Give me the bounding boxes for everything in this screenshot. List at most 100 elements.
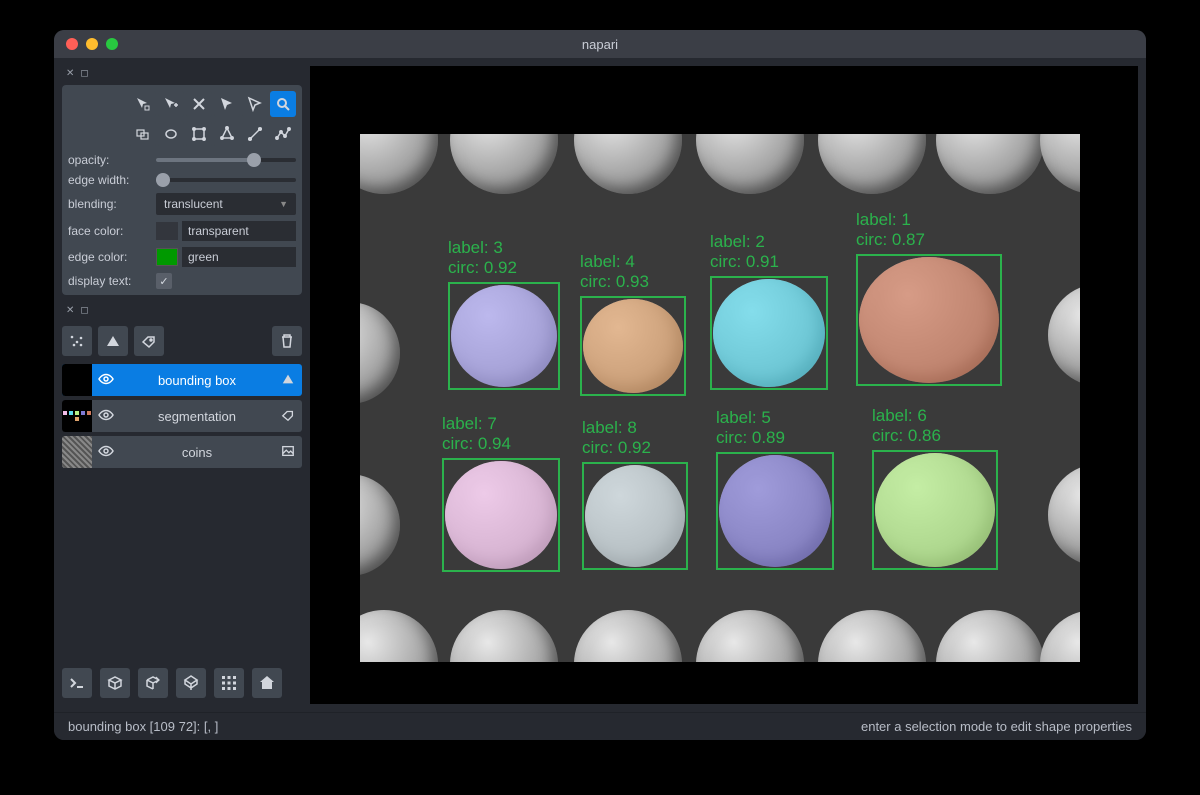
bounding-box[interactable] bbox=[716, 452, 834, 570]
edge-color-label: edge color: bbox=[68, 250, 156, 264]
select-vertices-tool[interactable] bbox=[130, 91, 156, 117]
new-points-layer-button[interactable] bbox=[62, 326, 92, 356]
bounding-box[interactable] bbox=[856, 254, 1002, 386]
detection-label: label: 8 bbox=[582, 418, 651, 438]
edge-color-swatch[interactable] bbox=[156, 248, 178, 266]
close-window-button[interactable] bbox=[66, 38, 78, 50]
detection-label: label: 2 bbox=[710, 232, 779, 252]
layer-item-segmentation[interactable]: segmentation bbox=[62, 400, 302, 432]
new-shapes-layer-button[interactable] bbox=[98, 326, 128, 356]
visibility-toggle[interactable] bbox=[92, 371, 120, 390]
home-button[interactable] bbox=[252, 668, 282, 698]
face-color-row: face color: transparent bbox=[68, 221, 296, 241]
detection-label: label: 7 bbox=[442, 414, 511, 434]
background-coin bbox=[360, 610, 438, 662]
background-coin bbox=[360, 134, 438, 194]
edge-width-label: edge width: bbox=[68, 173, 156, 187]
direct-select-tool[interactable] bbox=[242, 91, 268, 117]
console-button[interactable] bbox=[62, 668, 92, 698]
background-coin bbox=[450, 134, 558, 194]
close-layers-panel-button[interactable]: ✕ bbox=[66, 305, 74, 316]
blending-value: translucent bbox=[164, 197, 223, 211]
app-window: napari ✕ ◻ opacity: bbox=[54, 30, 1146, 740]
titlebar[interactable]: napari bbox=[54, 30, 1146, 58]
display-text-row: display text: ✓ bbox=[68, 273, 296, 289]
opacity-slider[interactable] bbox=[156, 158, 296, 162]
background-coin bbox=[818, 134, 926, 194]
add-rectangles-tool[interactable] bbox=[130, 121, 156, 147]
edge-color-row: edge color: green bbox=[68, 247, 296, 267]
detection-label: label: 5 bbox=[716, 408, 785, 428]
grid-button[interactable] bbox=[214, 668, 244, 698]
detection-circ: circ: 0.86 bbox=[872, 426, 941, 446]
add-polygons-tool[interactable] bbox=[186, 121, 212, 147]
layer-type-icon bbox=[274, 372, 302, 389]
visibility-toggle[interactable] bbox=[92, 443, 120, 462]
detection-text: label: 1circ: 0.87 bbox=[856, 210, 925, 249]
edge-width-row: edge width: bbox=[68, 173, 296, 187]
visibility-toggle[interactable] bbox=[92, 407, 120, 426]
select-shapes-tool[interactable] bbox=[214, 91, 240, 117]
opacity-row: opacity: bbox=[68, 153, 296, 167]
add-vertices-tool[interactable] bbox=[158, 91, 184, 117]
background-coin bbox=[360, 474, 400, 576]
detection-circ: circ: 0.92 bbox=[448, 258, 517, 278]
layer-name: coins bbox=[120, 445, 274, 460]
delete-layer-button[interactable] bbox=[272, 326, 302, 356]
window-title: napari bbox=[54, 37, 1146, 52]
delete-shape-tool[interactable] bbox=[186, 91, 212, 117]
detection-text: label: 4circ: 0.93 bbox=[580, 252, 649, 291]
detection-circ: circ: 0.91 bbox=[710, 252, 779, 272]
bounding-box[interactable] bbox=[448, 282, 560, 390]
layer-buttons-row bbox=[62, 322, 302, 364]
bounding-box[interactable] bbox=[442, 458, 560, 572]
blending-row: blending: translucent ▼ bbox=[68, 193, 296, 215]
canvas[interactable]: label: 3circ: 0.92label: 4circ: 0.93labe… bbox=[310, 66, 1138, 704]
detection-label: label: 1 bbox=[856, 210, 925, 230]
layer-type-icon bbox=[274, 408, 302, 425]
fullscreen-window-button[interactable] bbox=[106, 38, 118, 50]
face-color-swatch[interactable] bbox=[156, 222, 178, 240]
display-text-label: display text: bbox=[68, 274, 156, 288]
new-labels-layer-button[interactable] bbox=[134, 326, 164, 356]
blending-dropdown[interactable]: translucent ▼ bbox=[156, 193, 296, 215]
display-text-checkbox[interactable]: ✓ bbox=[156, 273, 172, 289]
popout-layers-panel-button[interactable]: ◻ bbox=[80, 305, 88, 316]
layer-thumbnail bbox=[62, 400, 92, 432]
background-coin bbox=[818, 610, 926, 662]
layer-item-coins[interactable]: coins bbox=[62, 436, 302, 468]
bounding-box[interactable] bbox=[580, 296, 686, 396]
roll-dims-button[interactable] bbox=[138, 668, 168, 698]
edge-color-input[interactable]: green bbox=[182, 247, 296, 267]
ndisplay-button[interactable] bbox=[100, 668, 130, 698]
pan-zoom-tool[interactable] bbox=[270, 91, 296, 117]
bounding-box[interactable] bbox=[710, 276, 828, 390]
popout-panel-button[interactable]: ◻ bbox=[80, 68, 88, 79]
add-polylines-tool[interactable] bbox=[270, 121, 296, 147]
main-area: ✕ ◻ opacity: bbox=[54, 58, 1146, 740]
minimize-window-button[interactable] bbox=[86, 38, 98, 50]
layer-controls-panel: opacity: edge width: bbox=[62, 85, 302, 295]
layer-thumbnail bbox=[62, 436, 92, 468]
detection-text: label: 2circ: 0.91 bbox=[710, 232, 779, 271]
close-panel-button[interactable]: ✕ bbox=[66, 68, 74, 79]
background-coin bbox=[574, 134, 682, 194]
edge-width-slider[interactable] bbox=[156, 178, 296, 182]
add-lines-tool[interactable] bbox=[214, 121, 240, 147]
background-coin bbox=[696, 610, 804, 662]
face-color-input[interactable]: transparent bbox=[182, 221, 296, 241]
add-paths-tool[interactable] bbox=[242, 121, 268, 147]
layer-item-bounding-box[interactable]: bounding box bbox=[62, 364, 302, 396]
status-bar: bounding box [109 72]: [, ] enter a sele… bbox=[54, 712, 1146, 740]
detection-text: label: 3circ: 0.92 bbox=[448, 238, 517, 277]
layer-name: segmentation bbox=[120, 409, 274, 424]
bounding-box[interactable] bbox=[582, 462, 688, 570]
background-coin bbox=[360, 302, 400, 404]
window-controls bbox=[54, 38, 118, 50]
detection-label: label: 4 bbox=[580, 252, 649, 272]
bounding-box[interactable] bbox=[872, 450, 998, 570]
transpose-button[interactable] bbox=[176, 668, 206, 698]
add-ellipses-tool[interactable] bbox=[158, 121, 184, 147]
detection-text: label: 8circ: 0.92 bbox=[582, 418, 651, 457]
shape-tools bbox=[68, 91, 296, 147]
